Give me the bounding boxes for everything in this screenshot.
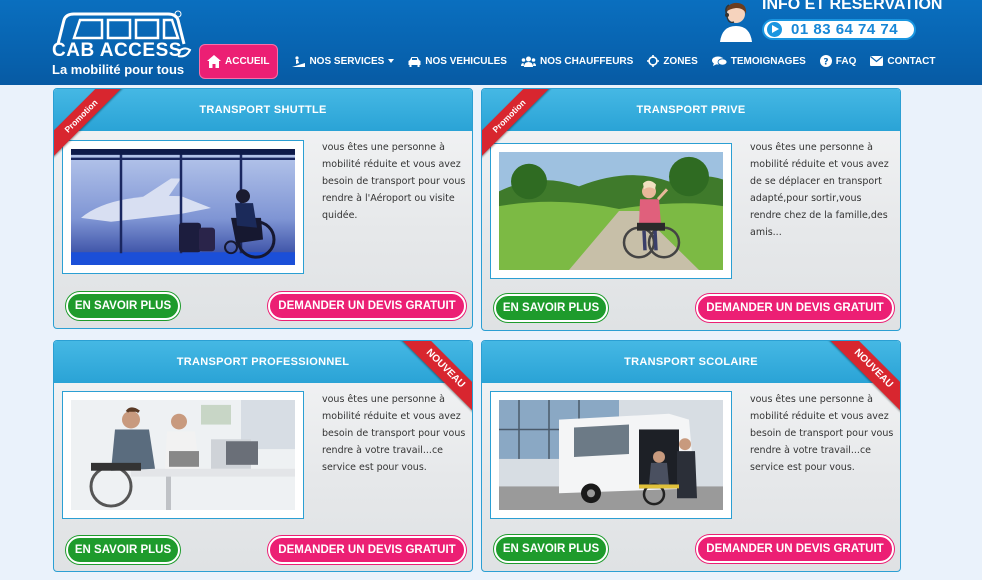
crosshairs-icon bbox=[647, 55, 660, 67]
nav-contact[interactable]: CONTACT bbox=[870, 55, 936, 67]
nav-testimonials-label: TEMOIGNAGES bbox=[730, 55, 806, 67]
service-card-school: TRANSPORT SCOLAIRE vous êtes une personn… bbox=[481, 340, 901, 572]
nav-vehicles-label: NOS VEHICULES bbox=[425, 55, 507, 67]
nav-services[interactable]: NOS SERVICES bbox=[292, 55, 395, 67]
logo-title: CAB ACCESS bbox=[52, 40, 182, 61]
phone-button[interactable]: 01 83 64 74 74 bbox=[762, 19, 916, 40]
shuttle-photo bbox=[62, 140, 304, 274]
card-description: vous êtes une personne à mobilité réduit… bbox=[322, 142, 466, 221]
users-icon bbox=[520, 56, 536, 67]
chevron-down-icon bbox=[388, 59, 395, 63]
card-description: vous êtes une personne à mobilité réduit… bbox=[322, 394, 466, 473]
professional-photo bbox=[62, 391, 304, 519]
nav-home[interactable]: ACCUEIL bbox=[199, 43, 279, 79]
nav-contact-label: CONTACT bbox=[887, 55, 936, 67]
phone-number: 01 83 64 74 74 bbox=[791, 21, 899, 38]
nav-faq[interactable]: ? FAQ bbox=[819, 55, 857, 68]
nav-zones-label: ZONES bbox=[663, 55, 698, 67]
nav-vehicles[interactable]: NOS VEHICULES bbox=[408, 56, 507, 67]
car-icon bbox=[408, 56, 421, 67]
comments-icon bbox=[711, 56, 727, 66]
svg-text:?: ? bbox=[823, 58, 828, 68]
nav-services-label: NOS SERVICES bbox=[309, 55, 385, 67]
question-circle-icon: ? bbox=[819, 55, 832, 68]
card-description: vous êtes une personne à mobilité réduit… bbox=[750, 394, 894, 473]
service-card-professional: TRANSPORT PROFESSIONNEL vous êtes une pe… bbox=[53, 340, 473, 572]
learn-more-button[interactable]: EN SAVOIR PLUS bbox=[66, 292, 180, 320]
free-quote-button[interactable]: DEMANDER UN DEVIS GRATUIT bbox=[268, 292, 466, 320]
logo-tagline: La mobilité pour tous bbox=[52, 62, 185, 77]
site-header: CAB ACCESS La mobilité pour tous INFO ET… bbox=[0, 0, 982, 85]
nav-drivers-label: NOS CHAUFFEURS bbox=[539, 55, 634, 67]
play-arrow-icon bbox=[767, 22, 782, 37]
service-card-private: TRANSPORT PRIVE vous êtes une personne à… bbox=[481, 88, 901, 331]
card-description: vous êtes une personne à mobilité réduit… bbox=[750, 142, 889, 238]
nav-drivers[interactable]: NOS CHAUFFEURS bbox=[520, 55, 634, 67]
call-center-agent-icon bbox=[720, 2, 752, 42]
free-quote-button[interactable]: DEMANDER UN DEVIS GRATUIT bbox=[696, 294, 894, 322]
info-reservation-title: INFO ET RESERVATION bbox=[762, 0, 943, 13]
card-title: TRANSPORT PRIVE bbox=[482, 89, 900, 131]
learn-more-button[interactable]: EN SAVOIR PLUS bbox=[494, 535, 608, 563]
learn-more-button[interactable]: EN SAVOIR PLUS bbox=[66, 536, 180, 564]
envelope-icon bbox=[870, 56, 884, 66]
nav-faq-label: FAQ bbox=[835, 55, 857, 67]
nav-testimonials[interactable]: TEMOIGNAGES bbox=[711, 55, 806, 67]
private-photo bbox=[490, 143, 732, 279]
learn-more-button[interactable]: EN SAVOIR PLUS bbox=[494, 294, 608, 322]
nav-zones[interactable]: ZONES bbox=[647, 55, 698, 67]
service-card-shuttle: TRANSPORT SHUTTLE vous êtes une personne… bbox=[53, 88, 473, 329]
free-quote-button[interactable]: DEMANDER UN DEVIS GRATUIT bbox=[696, 535, 894, 563]
home-icon bbox=[207, 54, 221, 68]
card-title: TRANSPORT SHUTTLE bbox=[54, 89, 472, 131]
free-quote-button[interactable]: DEMANDER UN DEVIS GRATUIT bbox=[268, 536, 466, 564]
wheelchair-ramp-icon bbox=[292, 55, 306, 67]
main-nav: ACCUEIL NOS SERVICES NOS VEHICULES NOS C… bbox=[199, 43, 950, 79]
nav-home-label: ACCUEIL bbox=[225, 55, 270, 67]
school-photo bbox=[490, 391, 732, 519]
